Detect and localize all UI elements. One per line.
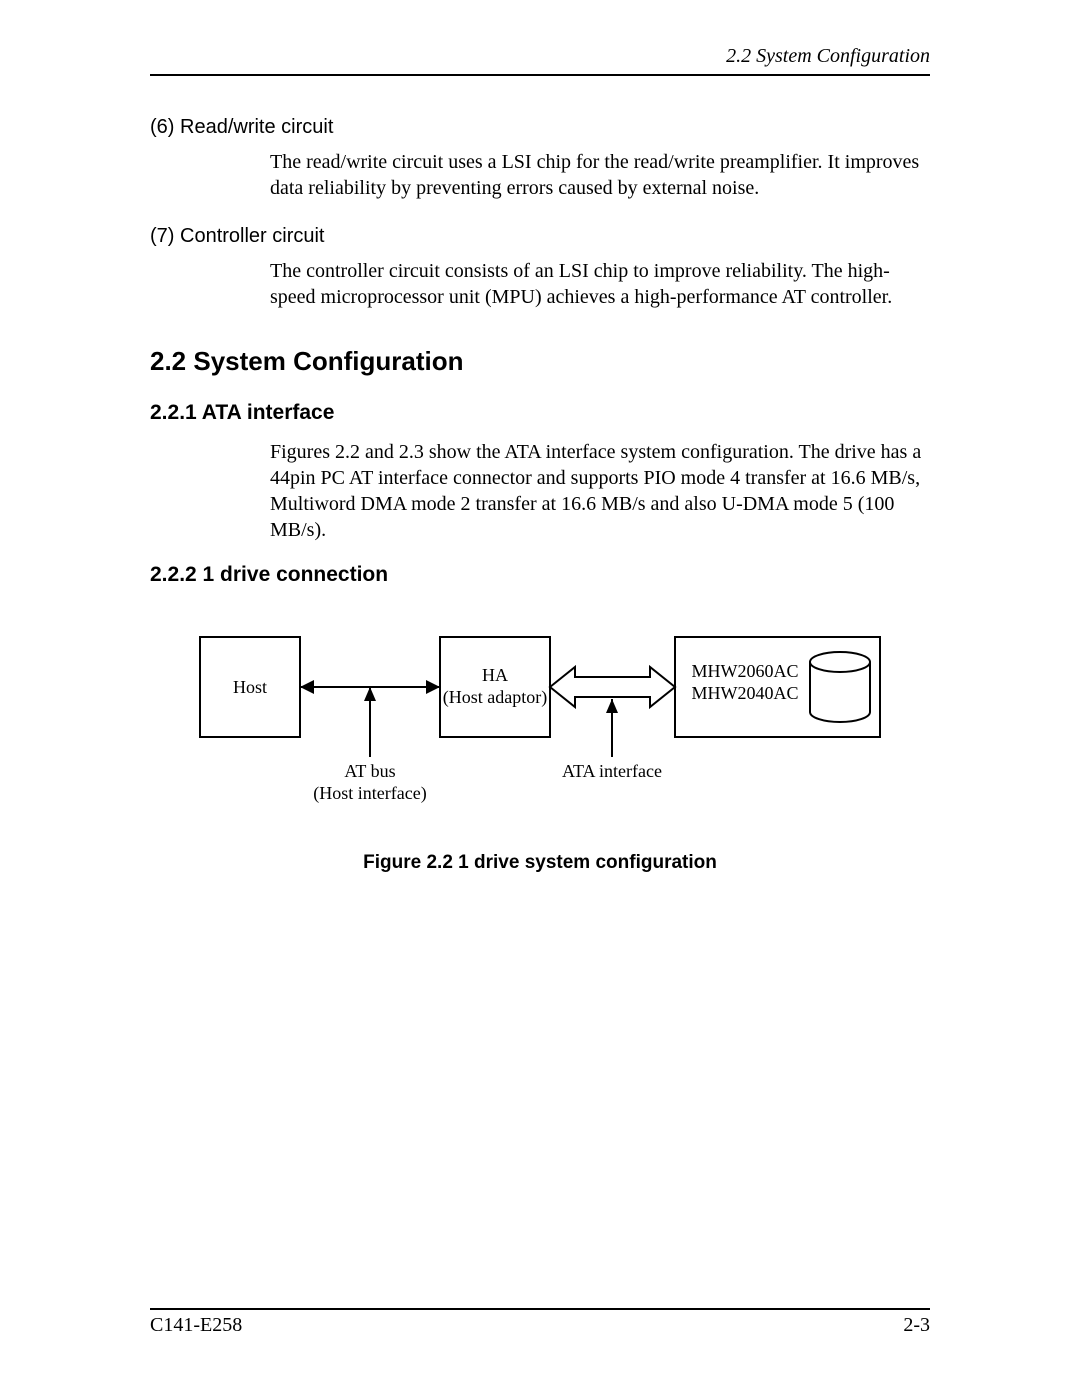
disk-top-icon bbox=[810, 652, 870, 672]
drive-text-2: MHW2040AC bbox=[692, 683, 799, 703]
figure-svg: Host AT bus (Host interface) HA (Host ad… bbox=[180, 617, 900, 817]
section-heading: 2.2 System Configuration bbox=[150, 346, 930, 377]
atbus-text-2: (Host interface) bbox=[313, 783, 426, 804]
footer-left: C141-E258 bbox=[150, 1314, 242, 1337]
disk-bottom-icon bbox=[810, 712, 870, 722]
ata-arrowhead-icon bbox=[606, 699, 618, 713]
figure-2-2: Host AT bus (Host interface) HA (Host ad… bbox=[150, 617, 930, 874]
footer-right: 2-3 bbox=[903, 1314, 930, 1337]
page-footer: C141-E258 2-3 bbox=[150, 1308, 930, 1337]
subsection-221-heading: 2.2.1 ATA interface bbox=[150, 401, 930, 425]
item-7-label: (7) Controller circuit bbox=[150, 225, 930, 248]
atbus-text-1: AT bus bbox=[344, 761, 395, 781]
arrowhead-left-icon bbox=[300, 680, 314, 694]
arrowhead-right-icon bbox=[426, 680, 440, 694]
subsection-221-body: Figures 2.2 and 2.3 show the ATA interfa… bbox=[270, 439, 930, 543]
running-header: 2.2 System Configuration bbox=[150, 45, 930, 76]
host-text: Host bbox=[233, 677, 267, 697]
drive-text-1: MHW2060AC bbox=[692, 661, 799, 681]
atbus-arrowhead-icon bbox=[364, 687, 376, 701]
figure-caption: Figure 2.2 1 drive system configuration bbox=[150, 852, 930, 874]
page-content: (6) Read/write circuit The read/write ci… bbox=[150, 116, 930, 874]
item-6-label: (6) Read/write circuit bbox=[150, 116, 930, 139]
item-7-body: The controller circuit consists of an LS… bbox=[270, 258, 930, 310]
item-6-body: The read/write circuit uses a LSI chip f… bbox=[270, 149, 930, 201]
ha-text-2: (Host adaptor) bbox=[443, 687, 547, 708]
ha-text-1: HA bbox=[482, 665, 508, 685]
subsection-222-heading: 2.2.2 1 drive connection bbox=[150, 563, 930, 587]
ata-interface-text: ATA interface bbox=[562, 761, 662, 781]
